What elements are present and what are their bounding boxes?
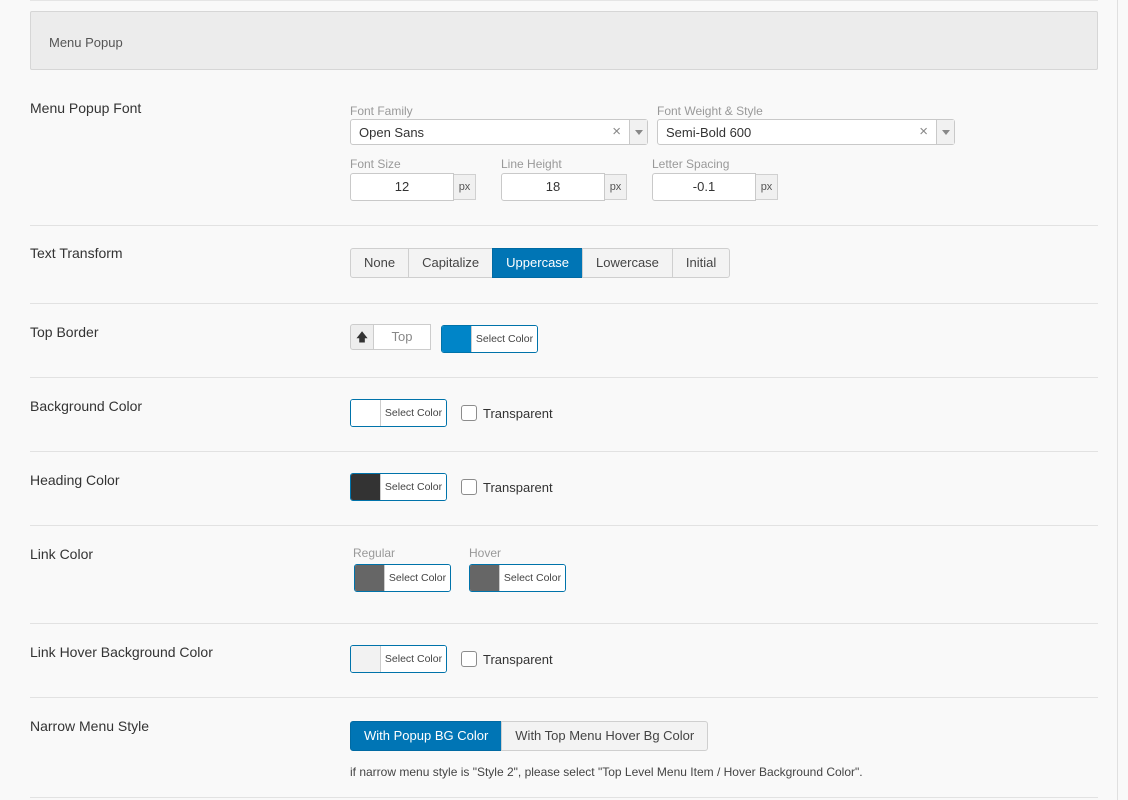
section-header: Menu Popup <box>30 11 1098 70</box>
transparent-label: Transparent <box>483 406 553 421</box>
font-size-label: Font Size <box>350 157 401 171</box>
top-divider <box>30 0 1098 1</box>
color-swatch <box>470 565 499 591</box>
transform-lowercase-button[interactable]: Lowercase <box>582 248 673 278</box>
text-transform-label: Text Transform <box>30 245 123 261</box>
font-weight-label: Font Weight & Style <box>657 104 763 118</box>
narrow-menu-style-label: Narrow Menu Style <box>30 718 150 734</box>
background-color-label: Background Color <box>30 398 143 414</box>
narrow-popup-bg-button[interactable]: With Popup BG Color <box>350 721 503 751</box>
color-swatch <box>351 400 380 426</box>
chevron-down-icon[interactable] <box>936 120 954 144</box>
clear-icon[interactable]: × <box>919 123 928 140</box>
link-hover-color-picker[interactable]: Select Color <box>469 564 566 592</box>
heading-color-label: Heading Color <box>30 472 120 488</box>
transform-none-button[interactable]: None <box>350 248 410 278</box>
row-divider <box>30 303 1098 304</box>
row-divider <box>30 623 1098 624</box>
color-swatch <box>351 474 380 500</box>
color-swatch <box>351 646 380 672</box>
select-color-label: Select Color <box>384 565 450 591</box>
background-color-picker[interactable]: Select Color <box>350 399 447 427</box>
link-color-label: Link Color <box>30 546 94 562</box>
row-divider <box>30 377 1098 378</box>
arrow-up-icon: 🡅 <box>350 324 374 350</box>
transform-capitalize-button[interactable]: Capitalize <box>408 248 494 278</box>
text-transform-group: None Capitalize Uppercase Lowercase Init… <box>350 248 731 278</box>
line-height-label: Line Height <box>501 157 562 171</box>
letter-spacing-label: Letter Spacing <box>652 157 730 171</box>
transform-initial-button[interactable]: Initial <box>671 248 731 278</box>
border-direction[interactable]: 🡅 Top <box>350 324 431 350</box>
top-border-label: Top Border <box>30 324 99 340</box>
clear-icon[interactable]: × <box>612 123 621 140</box>
transform-uppercase-button[interactable]: Uppercase <box>492 248 584 278</box>
link-hover-bg-color-picker[interactable]: Select Color <box>350 645 447 673</box>
select-color-label: Select Color <box>380 400 446 426</box>
row-divider <box>30 225 1098 226</box>
letter-spacing-input[interactable]: -0.1 <box>652 173 756 201</box>
row-divider <box>30 797 1098 798</box>
transparent-label: Transparent <box>483 652 553 667</box>
line-height-unit: px <box>605 174 627 200</box>
font-family-value: Open Sans <box>359 125 425 140</box>
select-color-label: Select Color <box>471 326 537 352</box>
top-border-color-picker[interactable]: Select Color <box>441 325 538 353</box>
font-weight-value: Semi-Bold 600 <box>666 125 752 140</box>
font-size-unit: px <box>454 174 476 200</box>
narrow-menu-style-group: With Popup BG Color With Top Menu Hover … <box>350 721 709 751</box>
transparent-label: Transparent <box>483 480 553 495</box>
select-color-label: Select Color <box>380 646 446 672</box>
select-color-label: Select Color <box>380 474 446 500</box>
font-family-select[interactable]: Open Sans × <box>350 119 648 145</box>
letter-spacing-unit: px <box>756 174 778 200</box>
link-regular-label: Regular <box>353 546 396 560</box>
row-divider <box>30 451 1098 452</box>
chevron-down-icon[interactable] <box>629 120 647 144</box>
narrow-top-hover-bg-button[interactable]: With Top Menu Hover Bg Color <box>501 721 709 751</box>
row-divider <box>30 697 1098 698</box>
color-swatch <box>442 326 471 352</box>
section-title: Menu Popup <box>49 35 123 50</box>
border-direction-value[interactable]: Top <box>374 324 431 350</box>
select-color-label: Select Color <box>499 565 565 591</box>
font-weight-select[interactable]: Semi-Bold 600 × <box>657 119 955 145</box>
font-family-label: Font Family <box>350 104 413 118</box>
link-regular-color-picker[interactable]: Select Color <box>354 564 451 592</box>
row-divider <box>30 525 1098 526</box>
right-divider <box>1117 0 1118 800</box>
heading-color-picker[interactable]: Select Color <box>350 473 447 501</box>
heading-transparent-checkbox[interactable] <box>461 479 477 495</box>
color-swatch <box>355 565 384 591</box>
background-transparent-checkbox[interactable] <box>461 405 477 421</box>
font-size-input[interactable]: 12 <box>350 173 454 201</box>
line-height-input[interactable]: 18 <box>501 173 605 201</box>
link-hover-bg-label: Link Hover Background Color <box>30 644 213 660</box>
link-hover-label: Hover <box>469 546 502 560</box>
menu-popup-font-label: Menu Popup Font <box>30 100 142 116</box>
narrow-menu-help-text: if narrow menu style is "Style 2", pleas… <box>350 765 863 779</box>
link-hover-bg-transparent-checkbox[interactable] <box>461 651 477 667</box>
